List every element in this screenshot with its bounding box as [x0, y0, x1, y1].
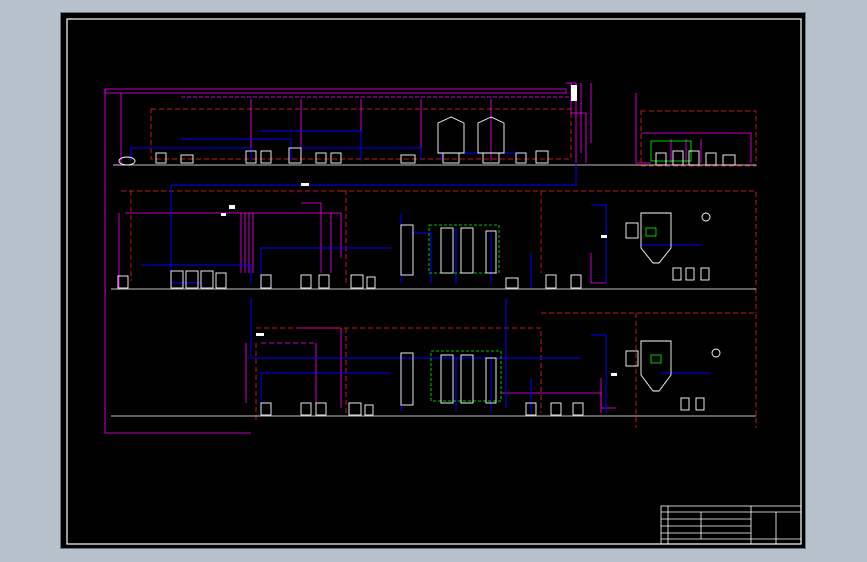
- dashed-frames: [121, 108, 757, 428]
- cad-viewport[interactable]: [0, 0, 867, 562]
- process-baselines: [111, 164, 756, 417]
- evaporator-units: [428, 140, 692, 402]
- signal-lines: [104, 82, 752, 434]
- process-piping: [130, 130, 711, 413]
- process-flow-diagram: [66, 18, 802, 545]
- equipment-tags: [221, 85, 617, 376]
- equipment: [117, 116, 736, 416]
- drawing-sheet: [60, 12, 806, 549]
- title-block: [660, 505, 802, 545]
- inner-frame: [66, 18, 802, 545]
- silo: [437, 116, 465, 154]
